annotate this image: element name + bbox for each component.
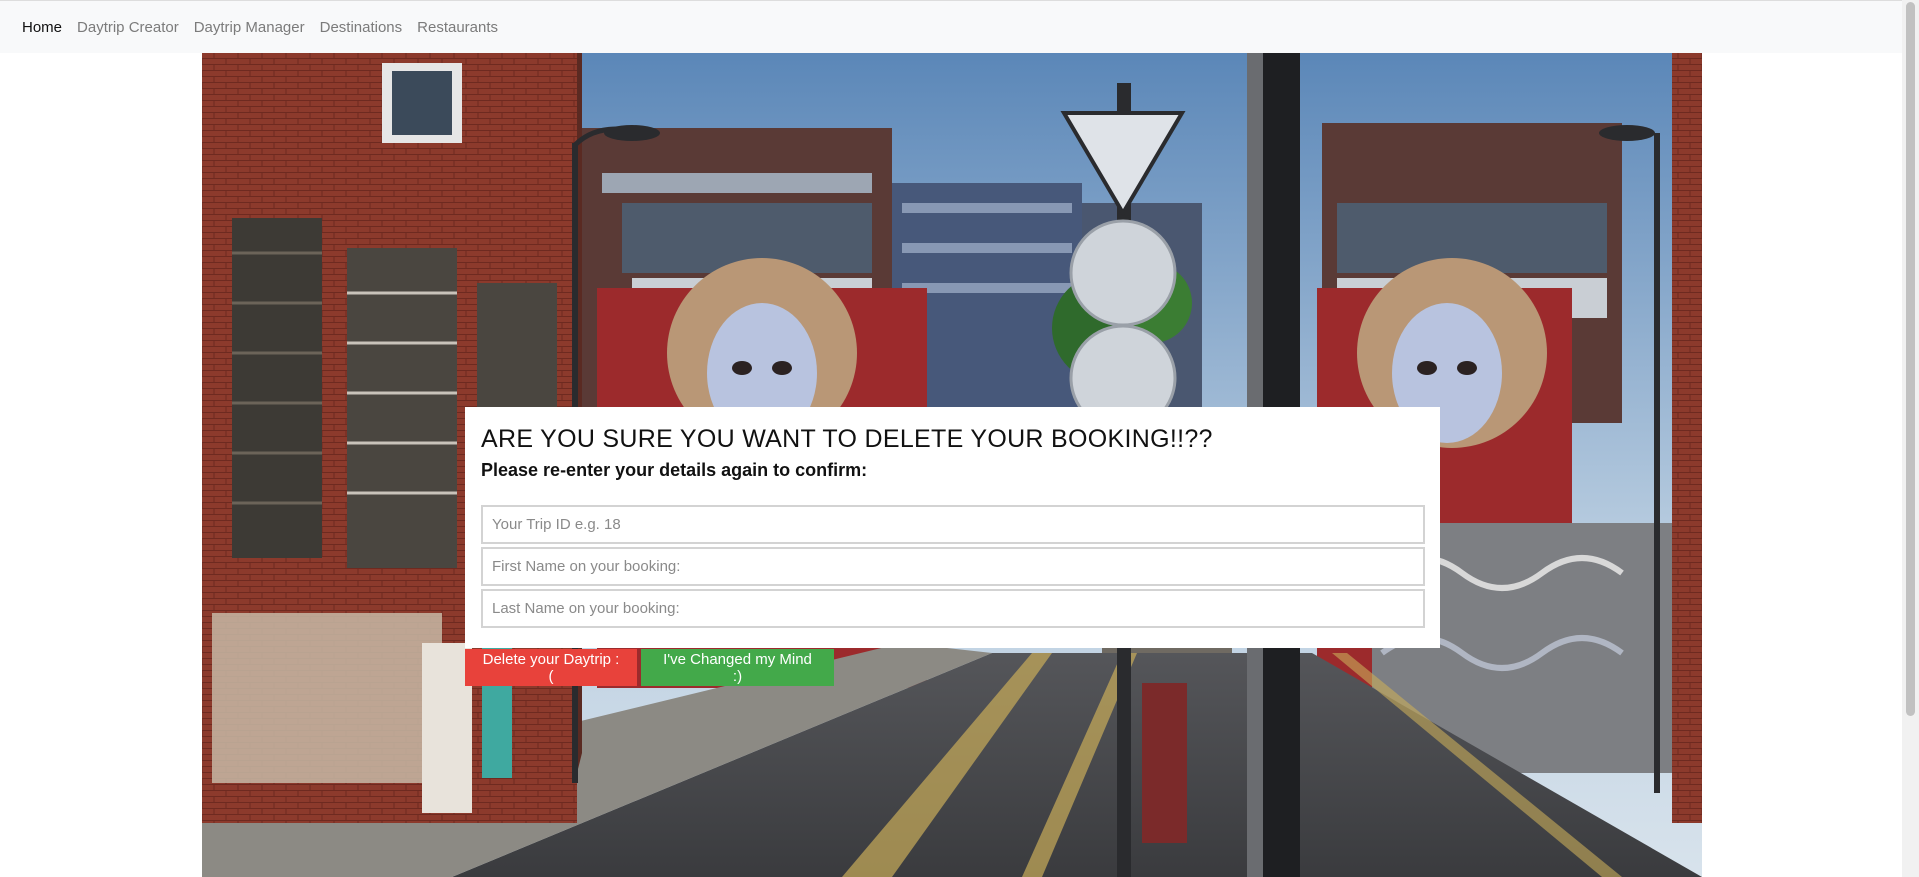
nav-daytrip-creator[interactable]: Daytrip Creator [77,19,179,36]
scrollbar-thumb[interactable] [1906,2,1915,716]
changed-my-mind-button[interactable]: I've Changed my Mind :) [641,649,834,686]
trip-id-input[interactable] [481,505,1425,544]
last-name-input[interactable] [481,589,1425,628]
top-navbar: Home Daytrip Creator Daytrip Manager Des… [0,0,1919,53]
dialog-title: ARE YOU SURE YOU WANT TO DELETE YOUR BOO… [481,425,1213,453]
nav-destinations[interactable]: Destinations [320,19,403,36]
nav-home[interactable]: Home [22,19,62,36]
nav-daytrip-manager[interactable]: Daytrip Manager [194,19,305,36]
vertical-scrollbar[interactable] [1902,0,1919,877]
dialog-subtitle: Please re-enter your details again to co… [481,460,868,480]
nav-restaurants[interactable]: Restaurants [417,19,498,36]
delete-daytrip-button[interactable]: Delete your Daytrip :( [465,649,637,686]
first-name-input[interactable] [481,547,1425,586]
delete-booking-dialog: ARE YOU SURE YOU WANT TO DELETE YOUR BOO… [465,407,1440,648]
